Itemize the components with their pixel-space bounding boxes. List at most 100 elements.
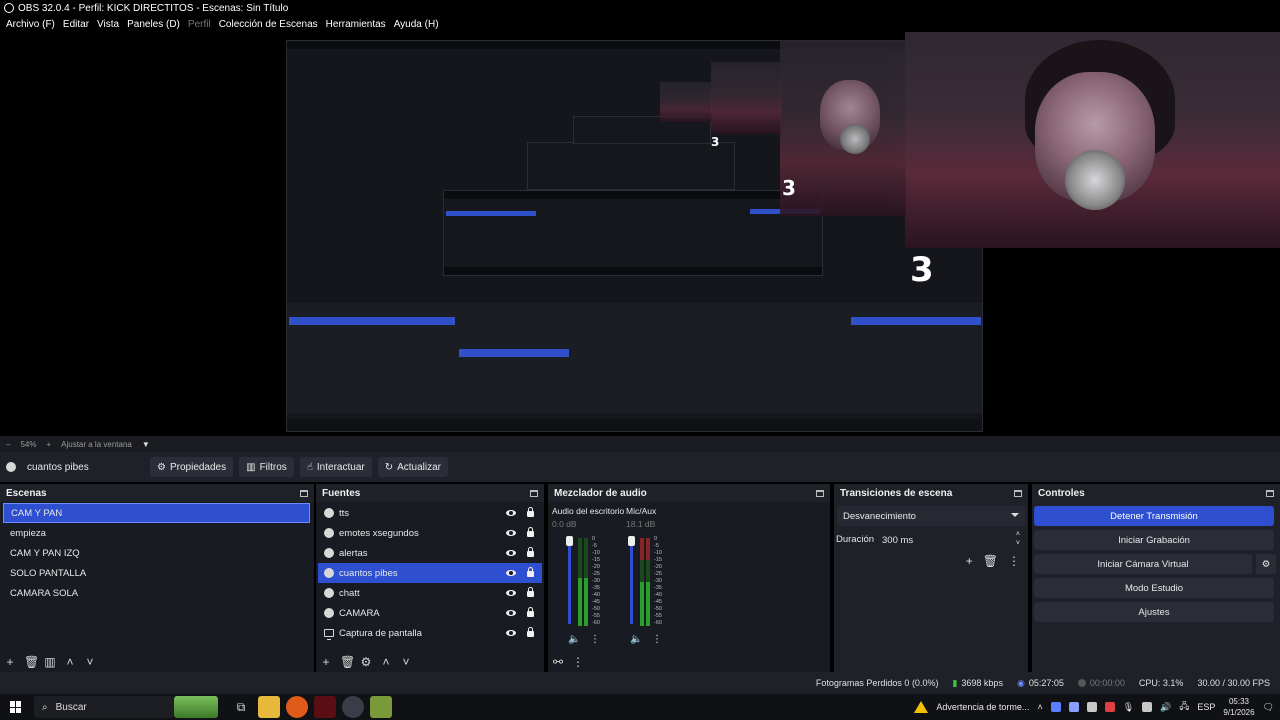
eye-icon[interactable] <box>506 610 516 616</box>
volume-slider[interactable] <box>630 540 633 624</box>
volume-icon[interactable]: 🔊 <box>1160 702 1171 713</box>
zoom-out-icon[interactable]: – <box>6 440 10 449</box>
minecraft-block-icon[interactable] <box>370 696 392 718</box>
lock-icon[interactable] <box>527 627 534 637</box>
volume-slider[interactable] <box>568 540 571 624</box>
tray-app-icon[interactable] <box>1142 702 1153 712</box>
link-icon[interactable]: ⚯ <box>552 656 564 668</box>
menu-vista[interactable]: Vista <box>93 19 123 30</box>
settings-button[interactable]: Ajustes <box>1034 602 1274 622</box>
move-down-icon[interactable]: ˅ <box>84 656 96 668</box>
gear-icon[interactable]: ⚙ <box>360 656 372 668</box>
menu-perfil[interactable]: Perfil <box>184 19 215 30</box>
interact-button[interactable]: ☝ Interactuar <box>299 457 372 477</box>
source-item[interactable]: cuantos pibes <box>318 563 542 583</box>
undock-icon[interactable] <box>1266 489 1274 497</box>
source-item[interactable]: Captura de pantalla <box>318 623 542 643</box>
eye-icon[interactable] <box>506 630 516 636</box>
menu-herramientas[interactable]: Herramientas <box>322 19 390 30</box>
zoom-in-icon[interactable]: + <box>46 440 51 449</box>
language-indicator[interactable]: ESP <box>1197 702 1215 712</box>
menu-archivo[interactable]: Archivo (F) <box>2 19 59 30</box>
virtual-cam-settings-button[interactable]: ⚙ <box>1256 554 1276 574</box>
trash-icon[interactable]: 🗑 <box>983 554 998 568</box>
stop-stream-button[interactable]: Detener Transmisión <box>1034 506 1274 526</box>
undock-icon[interactable] <box>300 489 308 497</box>
scene-item[interactable]: CAM Y PAN IZQ <box>3 543 310 563</box>
scene-item[interactable]: CAM Y PAN <box>3 503 310 523</box>
eye-icon[interactable] <box>506 550 516 556</box>
start-recording-button[interactable]: Iniciar Grabación <box>1034 530 1274 550</box>
start-virtual-cam-button[interactable]: Iniciar Cámara Virtual <box>1034 554 1252 574</box>
add-icon[interactable]: + <box>320 656 332 668</box>
menu-dots-icon[interactable]: ⋮ <box>590 634 600 645</box>
obs-taskbar-icon[interactable] <box>342 696 364 718</box>
move-down-icon[interactable]: ˅ <box>400 656 412 668</box>
menu-dots-icon[interactable]: ⋮ <box>1008 554 1020 568</box>
scene-item[interactable]: CAMARA SOLA <box>3 583 310 603</box>
lock-icon[interactable] <box>527 587 534 597</box>
scene-item[interactable]: empieza <box>3 523 310 543</box>
lock-icon[interactable] <box>527 507 534 517</box>
move-up-icon[interactable]: ˄ <box>380 656 392 668</box>
move-up-icon[interactable]: ˄ <box>64 656 76 668</box>
clock[interactable]: 05:33 9/1/2026 <box>1223 696 1254 718</box>
eye-icon[interactable] <box>506 510 516 516</box>
menu-editar[interactable]: Editar <box>59 19 93 30</box>
tray-app-icon[interactable] <box>1086 702 1097 712</box>
windows-start-icon[interactable] <box>10 701 22 713</box>
task-view-icon[interactable]: ⧉ <box>230 696 252 718</box>
undock-icon[interactable] <box>816 489 824 497</box>
refresh-button[interactable]: ↻ Actualizar <box>377 457 449 477</box>
eye-icon[interactable] <box>506 570 516 576</box>
duration-spinbox[interactable]: 300 ms ˄ ˅ <box>876 530 1024 550</box>
source-item[interactable]: alertas <box>318 543 542 563</box>
lock-icon[interactable] <box>527 607 534 617</box>
microphone-icon[interactable]: 🎙 <box>1123 702 1134 713</box>
chevron-up-icon[interactable]: ˄ <box>1037 702 1042 712</box>
lock-icon[interactable] <box>527 567 534 577</box>
speaker-icon[interactable]: 🔈 <box>630 634 642 645</box>
network-icon[interactable]: 🖧 <box>1179 699 1189 715</box>
trash-icon[interactable]: 🗑 <box>340 656 355 668</box>
properties-button[interactable]: ⚙ Propiedades <box>150 457 234 477</box>
speaker-icon[interactable]: 🔈 <box>568 634 580 645</box>
menu-coleccion-escenas[interactable]: Colección de Escenas <box>215 19 322 30</box>
brave-browser-icon[interactable] <box>286 696 308 718</box>
minecraft-app-icon[interactable] <box>174 696 218 718</box>
weather-warning[interactable]: Advertencia de torme... <box>936 702 1029 712</box>
tray-app-icon[interactable] <box>1050 702 1061 712</box>
lock-icon[interactable] <box>527 547 534 557</box>
menu-dots-icon[interactable]: ⋮ <box>652 634 662 645</box>
preview-canvas[interactable]: 3 3 3 <box>0 32 1280 436</box>
source-item[interactable]: CAMARA <box>318 603 542 623</box>
eye-icon[interactable] <box>506 590 516 596</box>
undock-icon[interactable] <box>1014 489 1022 497</box>
lock-icon[interactable] <box>527 527 534 537</box>
studio-mode-button[interactable]: Modo Estudio <box>1034 578 1274 598</box>
file-explorer-icon[interactable] <box>258 696 280 718</box>
trash-icon[interactable]: 🗑 <box>24 656 39 668</box>
scene-item[interactable]: SOLO PANTALLA <box>3 563 310 583</box>
source-item[interactable]: emotes xsegundos <box>318 523 542 543</box>
tray-app-icon[interactable] <box>1068 702 1079 712</box>
source-item[interactable]: tts <box>318 503 542 523</box>
tray-app-icon[interactable] <box>1104 702 1115 712</box>
transition-select[interactable]: Desvanecimiento <box>837 506 1025 526</box>
zoom-dropdown-icon[interactable]: ▼ <box>142 440 150 449</box>
source-item[interactable]: chatt <box>318 583 542 603</box>
undock-icon[interactable] <box>530 489 538 497</box>
add-icon[interactable]: + <box>4 656 16 668</box>
volume-slider-knob[interactable] <box>628 536 635 546</box>
add-icon[interactable]: + <box>966 554 973 568</box>
menu-ayuda[interactable]: Ayuda (H) <box>390 19 443 30</box>
filter-icon[interactable]: ▥ <box>44 656 56 668</box>
menu-paneles[interactable]: Paneles (D) <box>123 19 184 30</box>
volume-slider-knob[interactable] <box>566 536 573 546</box>
menu-dots-icon[interactable]: ⋮ <box>572 656 584 668</box>
spin-arrows-icon[interactable]: ˄ ˅ <box>1016 530 1020 548</box>
eye-icon[interactable] <box>506 530 516 536</box>
fit-to-window[interactable]: Ajustar a la ventana <box>61 440 132 449</box>
app-red-icon[interactable] <box>314 696 336 718</box>
taskbar-search[interactable]: ⌕ Buscar <box>34 696 174 718</box>
